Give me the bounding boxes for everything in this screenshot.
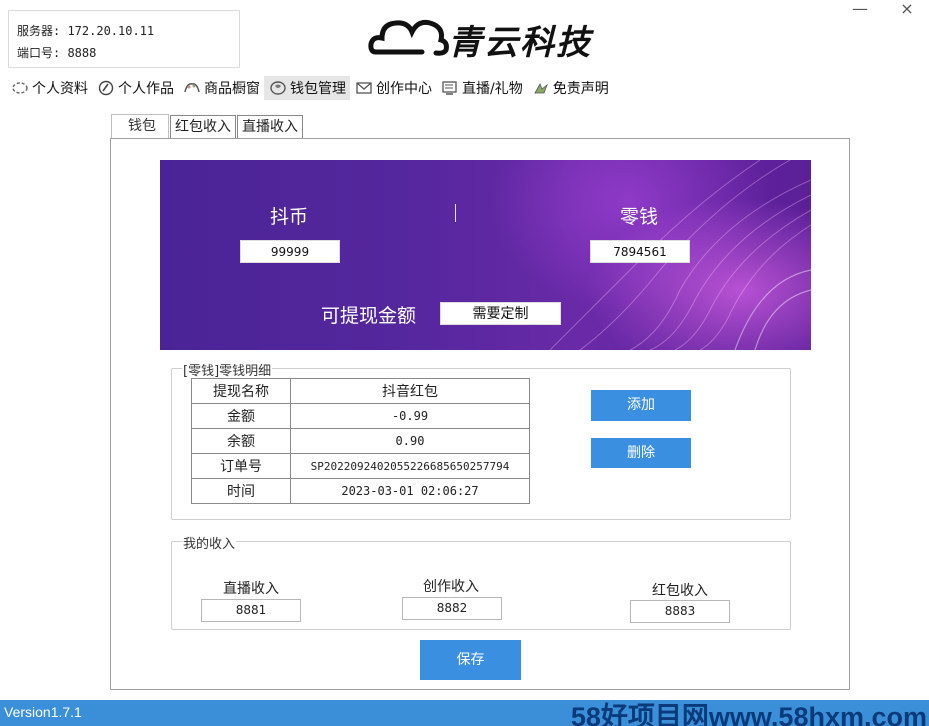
detail-key: 订单号 xyxy=(191,453,291,479)
mail-icon xyxy=(354,79,374,97)
nav-disclaimer[interactable]: 免责声明 xyxy=(527,76,613,100)
withdrawable-label: 可提现金额 xyxy=(321,305,417,327)
delete-button[interactable]: 删除 xyxy=(591,438,691,468)
table-row: 时间 2023-03-01 02:06:27 xyxy=(191,478,530,504)
watermark-text: 58好项目网www.58hxm.com xyxy=(570,702,927,726)
detail-key: 余额 xyxy=(191,428,291,454)
detail-key: 金额 xyxy=(191,403,291,429)
shop-window-icon xyxy=(182,79,202,97)
detail-value[interactable]: -0.99 xyxy=(290,403,530,429)
detail-value[interactable]: SP20220924020552266856502577​94 xyxy=(290,453,530,479)
status-bar: Version1.7.1 58好项目网www.58hxm.com xyxy=(0,700,929,726)
change-detail-title: [零钱]零钱明细 xyxy=(182,360,273,379)
save-button[interactable]: 保存 xyxy=(420,640,521,680)
live-icon xyxy=(440,79,460,97)
nav-live-gift-label: 直播/礼物 xyxy=(462,81,523,97)
nav-profile[interactable]: 个人资料 xyxy=(6,76,92,100)
withdrawable-value-field[interactable]: 需要定制 xyxy=(440,302,561,325)
nav-wallet[interactable]: 钱包管理 xyxy=(264,76,350,100)
nav-creation-label: 创作中心 xyxy=(376,81,432,97)
my-income-title: 我的收入 xyxy=(182,533,237,552)
create-income-field[interactable]: 8882 xyxy=(402,597,502,620)
nav-works-label: 个人作品 xyxy=(118,81,174,97)
detail-key: 时间 xyxy=(191,478,291,504)
live-income-field[interactable]: 8881 xyxy=(201,599,301,622)
profile-icon xyxy=(10,79,30,97)
tab-live-income[interactable]: 直播收入 xyxy=(237,115,303,139)
close-button[interactable]: × xyxy=(897,0,917,20)
nav-works[interactable]: 个人作品 xyxy=(92,76,178,100)
disclaimer-icon xyxy=(531,79,551,97)
app-logo: 青云科技 xyxy=(368,14,592,64)
detail-key: 提现名称 xyxy=(191,378,291,404)
nav-profile-label: 个人资料 xyxy=(32,81,88,97)
table-row: 订单号 SP20220924020552266856502577​94 xyxy=(191,453,530,479)
coin-value-field[interactable]: 99999 xyxy=(240,240,340,263)
change-detail-table: 提现名称 抖音红包 金额 -0.99 余额 0.90 订单号 SP2022092… xyxy=(191,378,530,504)
coin-label: 抖币 xyxy=(270,206,309,228)
nav-creation[interactable]: 创作中心 xyxy=(350,76,436,100)
wallet-panel: 抖币 零钱 99999 7894561 可提现金额 需要定制 [零钱]零钱明细 … xyxy=(110,138,850,690)
server-info-box: 服务器: 172.20.10.11 端口号: 8888 xyxy=(8,10,240,68)
change-detail-group: [零钱]零钱明细 提现名称 抖音红包 金额 -0.99 余额 0.90 订单号 … xyxy=(171,360,791,520)
detail-value[interactable]: 抖音红包 xyxy=(290,378,530,404)
redpacket-income-label: 红包收入 xyxy=(652,583,708,599)
table-row: 提现名称 抖音红包 xyxy=(191,378,530,404)
tab-wallet[interactable]: 钱包 xyxy=(111,114,169,139)
version-label: Version1.7.1 xyxy=(4,704,82,720)
nav-disclaimer-label: 免责声明 xyxy=(552,81,609,97)
tab-redpacket-income[interactable]: 红包收入 xyxy=(170,115,236,139)
nav-shop-window-label: 商品橱窗 xyxy=(204,81,260,97)
my-income-group: 我的收入 直播收入 8881 创作收入 8882 红包收入 8883 xyxy=(171,533,791,630)
nav-live-gift[interactable]: 直播/礼物 xyxy=(436,76,527,100)
nav-wallet-label: 钱包管理 xyxy=(290,81,346,97)
main-navbar: 个人资料 个人作品 商品橱窗 钱包管理 创作中心 直播/礼物 免责声明 xyxy=(6,75,613,101)
wallet-banner: 抖币 零钱 99999 7894561 可提现金额 需要定制 xyxy=(160,160,811,350)
create-income-label: 创作收入 xyxy=(423,579,479,595)
live-income-label: 直播收入 xyxy=(223,581,279,597)
wallet-icon xyxy=(268,79,288,97)
wallet-tabs: 钱包 红包收入 直播收入 xyxy=(111,114,304,139)
change-label: 零钱 xyxy=(620,206,659,228)
nav-shop-window[interactable]: 商品橱窗 xyxy=(178,76,264,100)
detail-value[interactable]: 0.90 xyxy=(290,428,530,454)
server-host: 服务器: 172.20.10.11 xyxy=(17,24,155,38)
table-row: 余额 0.90 xyxy=(191,428,530,454)
change-value-field[interactable]: 7894561 xyxy=(590,240,690,263)
table-row: 金额 -0.99 xyxy=(191,403,530,429)
server-port: 端口号: 8888 xyxy=(17,46,97,60)
cloud-icon xyxy=(368,14,450,64)
add-button[interactable]: 添加 xyxy=(591,390,691,421)
works-icon xyxy=(96,79,116,97)
detail-value[interactable]: 2023-03-01 02:06:27 xyxy=(290,478,530,504)
banner-divider xyxy=(455,204,456,222)
minimize-button[interactable]: — xyxy=(850,0,870,20)
logo-text: 青云科技 xyxy=(448,22,592,63)
redpacket-income-field[interactable]: 8883 xyxy=(630,600,730,623)
